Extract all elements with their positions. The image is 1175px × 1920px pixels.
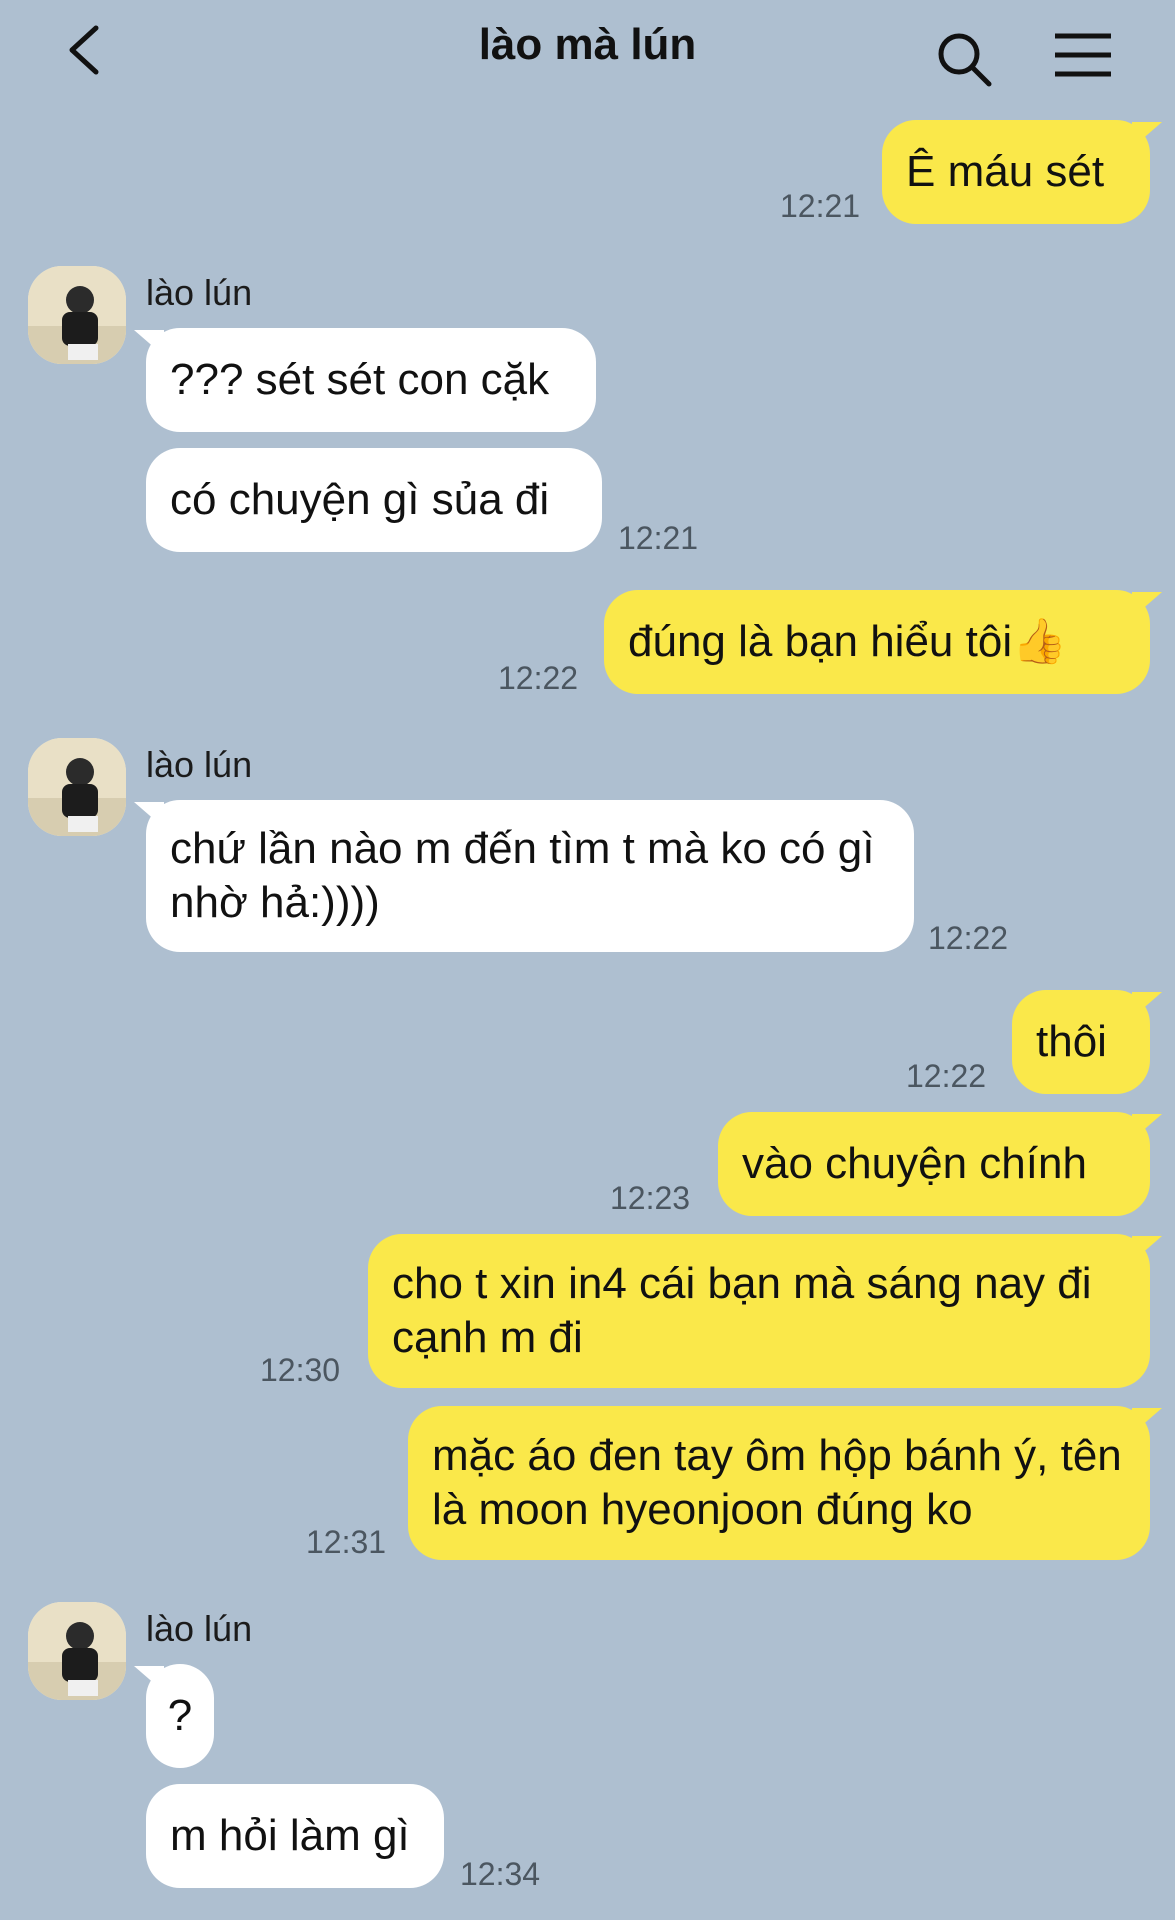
chat-title: lào mà lún <box>478 20 697 69</box>
bubble-tail <box>1132 1114 1162 1140</box>
sender-name: lào lún <box>146 744 253 785</box>
message-time: 12:31 <box>306 1524 387 1560</box>
message-time: 12:22 <box>498 660 579 696</box>
bubble-tail <box>134 330 164 356</box>
message-bubble-sent[interactable]: cho t xin in4 cái bạn mà sáng nay đi cạn… <box>368 1234 1150 1388</box>
message-text: cho t xin in4 cái bạn mà sáng nay đi cạn… <box>392 1259 1092 1362</box>
message-time: 12:21 <box>780 188 861 224</box>
message-time: 12:30 <box>260 1352 341 1388</box>
sender-name: lào lún <box>146 1608 253 1649</box>
message-bubble-sent[interactable]: đúng là bạn hiểu tôi👍 <box>604 590 1150 694</box>
message-time: 12:34 <box>460 1856 541 1892</box>
message-text: thôi <box>1036 1017 1107 1066</box>
message-bubble-received[interactable]: m hỏi làm gì <box>146 1784 444 1888</box>
bubble-tail <box>1132 992 1162 1018</box>
message-bubble-sent[interactable]: vào chuyện chính <box>718 1112 1150 1216</box>
avatar[interactable] <box>28 1602 126 1700</box>
bubble-tail <box>1132 592 1162 618</box>
search-button[interactable] <box>935 30 995 90</box>
message-bubble-received[interactable]: ??? sét sét con cặk <box>146 328 596 432</box>
bubble-tail <box>1132 1408 1162 1434</box>
avatar-image <box>28 738 126 836</box>
bubble-tail <box>1132 1236 1162 1262</box>
message-text: Ê máu sét <box>906 147 1105 196</box>
avatar-image <box>28 266 126 364</box>
message-text: m hỏi làm gì <box>170 1811 410 1860</box>
message-text: vào chuyện chính <box>742 1139 1087 1188</box>
menu-icon <box>1055 33 1111 77</box>
avatar[interactable] <box>28 738 126 836</box>
message-time: 12:23 <box>610 1180 691 1216</box>
message-text: đúng là bạn hiểu tôi👍 <box>628 617 1067 666</box>
message-time: 12:21 <box>618 520 699 556</box>
bubble-tail <box>134 802 164 828</box>
avatar[interactable] <box>28 266 126 364</box>
message-text: ? <box>167 1691 193 1740</box>
message-time: 12:22 <box>906 1058 987 1094</box>
message-bubble-sent[interactable]: Ê máu sét <box>882 120 1150 224</box>
sender-name: lào lún <box>146 272 253 313</box>
message-text: chứ lần nào m đến tìm t mà ko có gì nhờ … <box>170 824 875 927</box>
message-text: mặc áo đen tay ôm hộp bánh ý, tên là moo… <box>432 1431 1122 1534</box>
message-time: 12:22 <box>928 920 1009 956</box>
message-bubble-received[interactable]: chứ lần nào m đến tìm t mà ko có gì nhờ … <box>146 800 914 952</box>
search-icon <box>938 33 992 87</box>
avatar-image <box>28 1602 126 1700</box>
message-text: ??? sét sét con cặk <box>170 355 550 404</box>
bubble-tail <box>134 1666 164 1692</box>
message-bubble-sent[interactable]: mặc áo đen tay ôm hộp bánh ý, tên là moo… <box>408 1406 1150 1560</box>
bubble-tail <box>1132 122 1162 148</box>
message-text: có chuyện gì sủa đi <box>170 475 550 524</box>
message-bubble-received[interactable]: có chuyện gì sủa đi <box>146 448 602 552</box>
message-bubble-sent[interactable]: thôi <box>1012 990 1150 1094</box>
chat-header: lào mà lún <box>0 0 1175 110</box>
menu-button[interactable] <box>1053 30 1113 80</box>
